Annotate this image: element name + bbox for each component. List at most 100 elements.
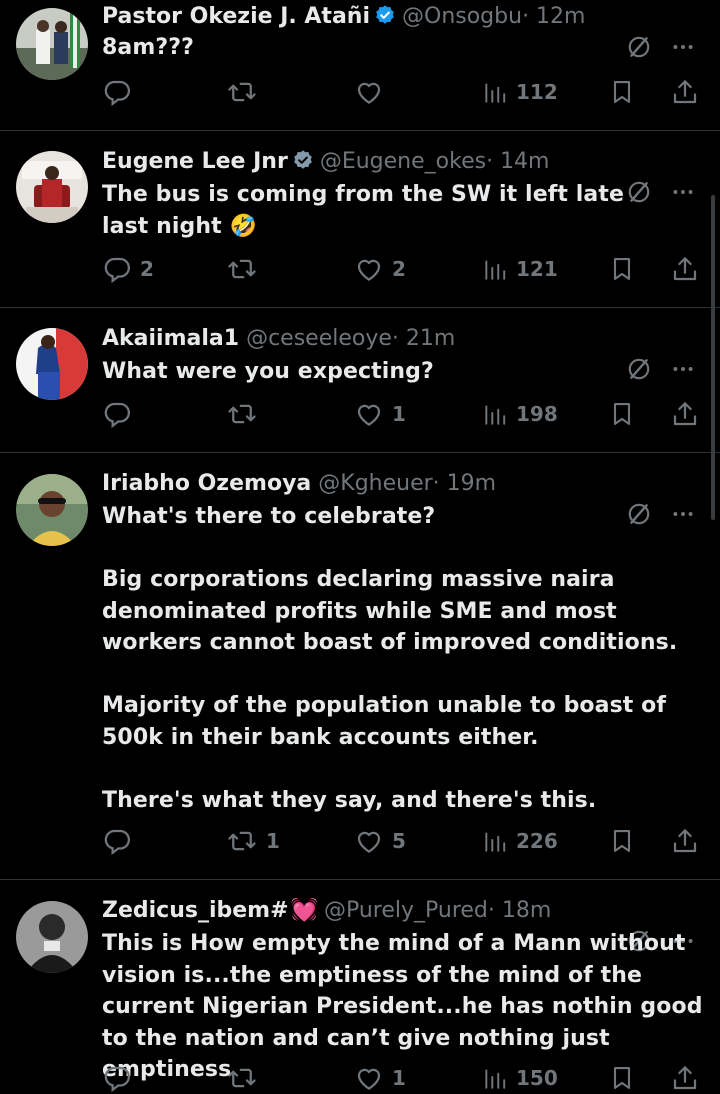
action-bar: 1 5 226 (102, 825, 702, 857)
reply-icon (102, 826, 132, 856)
view-count: 150 (516, 1066, 558, 1090)
more-icon[interactable] (670, 179, 696, 205)
verified-badge-icon (376, 5, 394, 24)
scrollbar[interactable] (711, 195, 715, 520)
views-button[interactable]: 198 (482, 398, 558, 430)
like-button[interactable]: 1 (354, 398, 406, 430)
like-button[interactable]: 1 (354, 1062, 406, 1094)
author-handle[interactable]: @Onsogbu (402, 4, 522, 29)
share-button[interactable] (670, 825, 700, 857)
like-count: 1 (392, 402, 406, 426)
like-count: 1 (392, 1066, 406, 1090)
avatar[interactable] (16, 151, 88, 223)
views-button[interactable]: 121 (482, 253, 558, 285)
timestamp[interactable]: · 21m (392, 326, 455, 351)
action-bar: 1 198 (102, 398, 702, 430)
reply-button[interactable]: 2 (102, 253, 154, 285)
like-icon (354, 1063, 384, 1093)
avatar[interactable] (16, 328, 88, 400)
reply-button[interactable] (102, 76, 140, 108)
tweet-header: Pastor Okezie J. Atañi @Onsogbu· 12m (102, 2, 710, 32)
author-name[interactable]: Iriabho Ozemoya (102, 471, 311, 496)
views-button[interactable]: 112 (482, 76, 558, 108)
author-handle[interactable]: @ceseeleoye (246, 326, 392, 351)
reply-count: 2 (140, 257, 154, 281)
share-button[interactable] (670, 253, 700, 285)
author-name[interactable]: Akaiimala1 (102, 326, 239, 351)
avatar[interactable] (16, 8, 88, 80)
timestamp[interactable]: · 14m (486, 149, 549, 174)
share-button[interactable] (670, 76, 700, 108)
bookmark-button[interactable] (608, 76, 636, 108)
view-count: 226 (516, 829, 558, 853)
view-count: 112 (516, 80, 558, 104)
author-handle[interactable]: @Purely_Pured (324, 898, 488, 923)
views-icon (482, 254, 508, 284)
tweet[interactable]: Akaiimala1 @ceseeleoye· 21m What were yo… (0, 308, 720, 452)
avatar[interactable] (16, 474, 88, 546)
share-icon (670, 77, 700, 107)
share-button[interactable] (670, 398, 700, 430)
bookmark-button[interactable] (608, 1062, 636, 1094)
tweet-text: What were you expecting? (102, 359, 434, 384)
views-button[interactable]: 226 (482, 825, 558, 857)
timestamp[interactable]: · 18m (488, 898, 551, 923)
bookmark-button[interactable] (608, 253, 636, 285)
like-icon (354, 254, 384, 284)
tweet[interactable]: Zedicus_ibem#💓 @Purely_Pured· 18m This is… (0, 880, 720, 1075)
retweet-count: 1 (266, 829, 280, 853)
like-button[interactable]: 5 (354, 825, 406, 857)
retweet-icon (226, 399, 258, 429)
tweet-header: Iriabho Ozemoya @Kgheuer· 19m (102, 469, 710, 499)
avatar[interactable] (16, 901, 88, 973)
share-icon (670, 826, 700, 856)
like-button[interactable]: 2 (354, 253, 406, 285)
timestamp[interactable]: · 12m (522, 4, 585, 29)
tweet-text: What's there to celebrate? Big corporati… (102, 504, 678, 813)
retweet-button[interactable]: 1 (226, 825, 280, 857)
reply-icon (102, 1063, 132, 1093)
bookmark-icon (608, 826, 636, 856)
bookmark-button[interactable] (608, 825, 636, 857)
share-icon (670, 1063, 700, 1093)
reply-button[interactable] (102, 825, 140, 857)
view-count: 198 (516, 402, 558, 426)
action-bar: 112 (102, 76, 702, 108)
timestamp[interactable]: · 19m (433, 471, 496, 496)
author-name[interactable]: Zedicus_ibem# (102, 898, 289, 923)
author-handle[interactable]: @Kgheuer (318, 471, 432, 496)
like-button[interactable] (354, 76, 392, 108)
action-bar: 2 2 121 (102, 253, 702, 285)
bookmark-button[interactable] (608, 398, 636, 430)
tweet[interactable]: Eugene Lee Jnr @Eugene_okes· 14m The bus … (0, 131, 720, 307)
tweet-header: Zedicus_ibem#💓 @Purely_Pured· 18m (102, 896, 710, 926)
retweet-icon (226, 77, 258, 107)
like-count: 5 (392, 829, 406, 853)
share-icon (670, 254, 700, 284)
like-icon (354, 77, 384, 107)
views-icon (482, 399, 508, 429)
heart-emoji: 💓 (290, 898, 318, 923)
tweet-text: 8am??? (102, 35, 194, 60)
views-icon (482, 826, 508, 856)
retweet-button[interactable] (226, 76, 266, 108)
author-name[interactable]: Eugene Lee Jnr (102, 149, 288, 174)
views-icon (482, 1063, 508, 1093)
retweet-button[interactable] (226, 1062, 266, 1094)
views-icon (482, 77, 508, 107)
tweet[interactable]: Pastor Okezie J. Atañi @Onsogbu· 12m 8am?… (0, 0, 720, 130)
share-button[interactable] (670, 1062, 700, 1094)
tweet[interactable]: Iriabho Ozemoya @Kgheuer· 19m What's the… (0, 453, 720, 879)
like-count: 2 (392, 257, 406, 281)
tweet-text: The bus is coming from the SW it left la… (102, 182, 632, 239)
retweet-button[interactable] (226, 253, 266, 285)
author-name[interactable]: Pastor Okezie J. Atañi (102, 4, 370, 29)
retweet-button[interactable] (226, 398, 266, 430)
retweet-icon (226, 1063, 258, 1093)
author-handle[interactable]: @Eugene_okes (320, 149, 486, 174)
views-button[interactable]: 150 (482, 1062, 558, 1094)
retweet-icon (226, 254, 258, 284)
share-icon (670, 399, 700, 429)
reply-button[interactable] (102, 1062, 140, 1094)
reply-button[interactable] (102, 398, 140, 430)
